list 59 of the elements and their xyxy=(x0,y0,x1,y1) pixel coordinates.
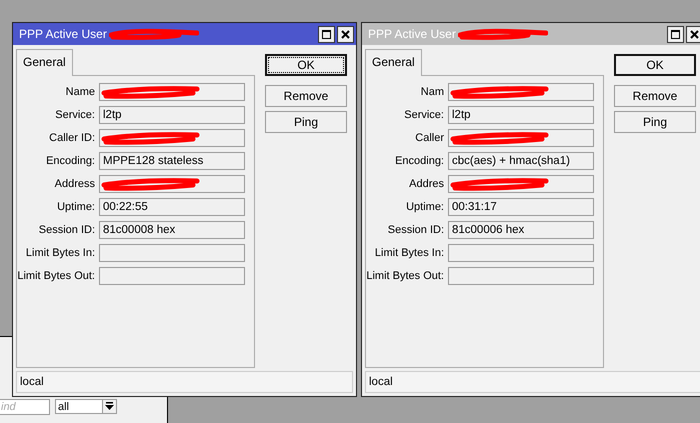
text-field[interactable]: cbc(aes) + hmac(sha1) xyxy=(448,152,594,170)
field-label: Caller xyxy=(414,132,444,144)
field-label: Uptime: xyxy=(56,201,95,213)
field-label: Limit Bytes Out: xyxy=(17,270,95,282)
dialog-button[interactable]: Ping xyxy=(614,111,696,133)
field-label: Address xyxy=(54,178,95,190)
maximize-button[interactable] xyxy=(318,26,335,42)
text-field[interactable]: 00:22:55 xyxy=(99,198,245,216)
text-field[interactable] xyxy=(448,83,594,101)
text-field[interactable] xyxy=(99,129,245,147)
dialog-button[interactable]: Ping xyxy=(265,111,347,133)
field-label: Limit Bytes In: xyxy=(24,247,95,259)
field-label: Nam xyxy=(420,86,444,98)
text-field[interactable] xyxy=(99,175,245,193)
field-label: Encoding: xyxy=(394,155,444,167)
general-tab[interactable]: General xyxy=(365,49,422,76)
window-title: PPP Active User xyxy=(368,27,457,41)
field-label: Limit Bytes Out: xyxy=(366,270,444,282)
dialog-button[interactable]: OK xyxy=(265,54,347,76)
maximize-icon xyxy=(322,30,331,38)
text-field[interactable]: l2tp xyxy=(99,106,245,124)
field-label: Addres xyxy=(408,178,444,190)
text-field[interactable] xyxy=(448,129,594,147)
text-field[interactable]: 81c00008 hex xyxy=(99,221,245,239)
general-tab[interactable]: General xyxy=(16,49,73,76)
find-field[interactable]: ind xyxy=(0,399,50,415)
text-field[interactable]: 81c00006 hex xyxy=(448,221,594,239)
text-field[interactable] xyxy=(448,244,594,262)
text-field[interactable] xyxy=(448,267,594,285)
field-label: Encoding: xyxy=(45,155,95,167)
text-field[interactable] xyxy=(99,267,245,285)
field-label: Session ID: xyxy=(386,224,444,236)
text-field[interactable] xyxy=(99,83,245,101)
dialog-button[interactable]: Remove xyxy=(614,85,696,107)
window-title: PPP Active User xyxy=(19,27,108,41)
dialog-button[interactable]: Remove xyxy=(265,85,347,107)
text-field[interactable] xyxy=(448,175,594,193)
field-label: Limit Bytes In: xyxy=(374,247,444,259)
field-label: Service: xyxy=(403,109,444,121)
field-label: Uptime: xyxy=(405,201,444,213)
dropdown-arrow-icon xyxy=(102,400,116,413)
close-icon xyxy=(341,30,350,38)
text-field[interactable]: l2tp xyxy=(448,106,594,124)
text-field[interactable]: MPPE128 stateless xyxy=(99,152,245,170)
field-label: Session ID: xyxy=(38,224,95,236)
close-icon xyxy=(690,30,699,38)
field-label: Service: xyxy=(54,109,95,121)
text-field[interactable]: 00:31:17 xyxy=(448,198,594,216)
field-label: Name xyxy=(64,86,95,98)
field-label: Caller ID: xyxy=(48,132,95,144)
maximize-icon xyxy=(671,30,680,38)
filter-dropdown[interactable]: all xyxy=(55,399,117,414)
text-field[interactable] xyxy=(99,244,245,262)
dialog-button[interactable]: OK xyxy=(614,54,696,76)
close-button[interactable] xyxy=(686,26,700,42)
status-text: local xyxy=(20,376,44,388)
close-button[interactable] xyxy=(337,26,354,42)
maximize-button[interactable] xyxy=(667,26,684,42)
status-text: local xyxy=(369,376,393,388)
